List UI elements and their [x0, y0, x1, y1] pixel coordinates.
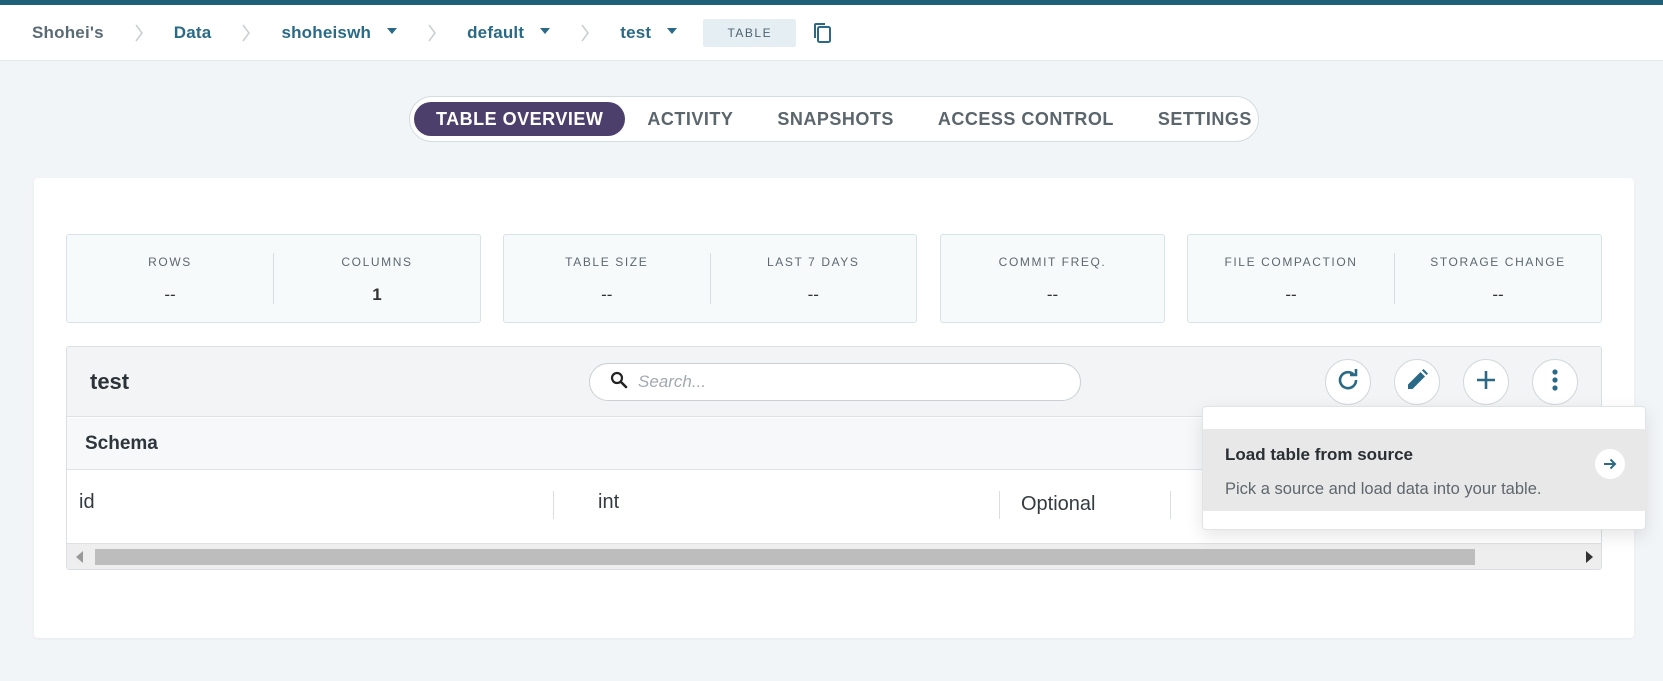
schema-label: Schema	[85, 432, 158, 454]
stat-value: 1	[372, 285, 382, 304]
arrow-right-icon	[1595, 449, 1625, 479]
stat-value: --	[164, 285, 176, 304]
stat-label: COLUMNS	[341, 255, 413, 269]
stat-label: COMMIT FREQ.	[998, 255, 1107, 269]
more-options-button[interactable]	[1532, 359, 1578, 405]
stat-file-compaction: FILE COMPACTION --	[1188, 235, 1394, 322]
stat-box-rows-columns: ROWS -- COLUMNS 1	[66, 234, 481, 323]
stat-storage-change: STORAGE CHANGE --	[1394, 253, 1601, 304]
cell-divider	[999, 491, 1000, 519]
breadcrumb-table-dropdown[interactable]: test	[620, 22, 678, 43]
stat-value: --	[1046, 285, 1059, 304]
caret-down-icon	[540, 27, 551, 34]
stat-rows: ROWS --	[67, 235, 273, 322]
stat-columns: COLUMNS 1	[273, 253, 480, 304]
breadcrumb-namespace-dropdown[interactable]: default	[467, 22, 551, 43]
copy-icon[interactable]	[810, 21, 834, 45]
cell-divider	[553, 491, 554, 519]
breadcrumb-table: test	[620, 22, 652, 42]
stat-box-compaction: FILE COMPACTION -- STORAGE CHANGE --	[1187, 234, 1602, 323]
plus-icon	[1474, 368, 1498, 397]
menu-item-description: Pick a source and load data into your ta…	[1225, 480, 1542, 498]
stat-label: FILE COMPACTION	[1224, 255, 1358, 269]
search-icon	[610, 371, 628, 394]
more-vertical-icon	[1551, 368, 1559, 397]
breadcrumb: Shohei's Data shoheiswh default test TAB…	[0, 5, 1663, 61]
tab-bar: TABLE OVERVIEW ACTIVITY SNAPSHOTS ACCESS…	[409, 96, 1259, 142]
scrollbar-thumb[interactable]	[95, 549, 1475, 565]
table-title: test	[90, 369, 130, 394]
table-type-badge: TABLE	[703, 18, 797, 47]
tab-settings[interactable]: SETTINGS	[1136, 102, 1274, 136]
stat-label: STORAGE CHANGE	[1430, 255, 1566, 269]
horizontal-scrollbar[interactable]	[67, 543, 1601, 569]
scroll-left-icon[interactable]	[76, 551, 83, 563]
stat-box-size: TABLE SIZE -- LAST 7 DAYS --	[503, 234, 917, 323]
add-button[interactable]	[1463, 359, 1509, 405]
breadcrumb-namespace: default	[467, 22, 525, 42]
search-input[interactable]	[638, 372, 1038, 392]
stat-table-size: TABLE SIZE --	[504, 235, 710, 322]
breadcrumb-separator-icon	[419, 20, 445, 46]
column-type: int	[598, 491, 620, 513]
breadcrumb-warehouse: shoheiswh	[281, 22, 372, 42]
refresh-button[interactable]	[1325, 359, 1371, 405]
search-box[interactable]	[589, 363, 1081, 401]
breadcrumb-separator-icon	[233, 20, 259, 46]
tab-access-control[interactable]: ACCESS CONTROL	[916, 102, 1136, 136]
tab-table-overview[interactable]: TABLE OVERVIEW	[414, 102, 626, 136]
stat-value: --	[807, 285, 819, 304]
breadcrumb-warehouse-dropdown[interactable]: shoheiswh	[281, 22, 398, 43]
breadcrumb-data[interactable]: Data	[174, 23, 212, 43]
stat-label: ROWS	[148, 255, 192, 269]
cell-divider	[1170, 491, 1171, 519]
column-nullability: Optional	[1021, 493, 1096, 515]
caret-down-icon	[387, 27, 398, 34]
stat-last-7-days: LAST 7 DAYS --	[709, 253, 917, 304]
edit-button[interactable]	[1394, 359, 1440, 405]
column-name: id	[79, 491, 95, 513]
stat-value: --	[1285, 285, 1297, 304]
pencil-icon	[1404, 367, 1430, 398]
refresh-icon	[1335, 367, 1361, 398]
tab-snapshots[interactable]: SNAPSHOTS	[755, 102, 916, 136]
stat-value: --	[601, 285, 613, 304]
caret-down-icon	[667, 27, 678, 34]
stat-commit-freq: COMMIT FREQ. --	[941, 235, 1164, 322]
breadcrumb-separator-icon	[572, 20, 598, 46]
menu-item-load-table[interactable]: Load table from source Pick a source and…	[1203, 429, 1647, 511]
tab-activity[interactable]: ACTIVITY	[625, 102, 755, 136]
more-options-menu: Load table from source Pick a source and…	[1202, 406, 1647, 530]
menu-item-title: Load table from source	[1225, 445, 1413, 464]
scroll-right-icon[interactable]	[1586, 551, 1593, 563]
breadcrumb-org[interactable]: Shohei's	[32, 23, 104, 43]
stat-value: --	[1492, 285, 1504, 304]
stat-label: TABLE SIZE	[565, 255, 649, 269]
stat-label: LAST 7 DAYS	[766, 255, 860, 269]
breadcrumb-separator-icon	[126, 20, 152, 46]
stat-box-commit: COMMIT FREQ. --	[940, 234, 1165, 323]
